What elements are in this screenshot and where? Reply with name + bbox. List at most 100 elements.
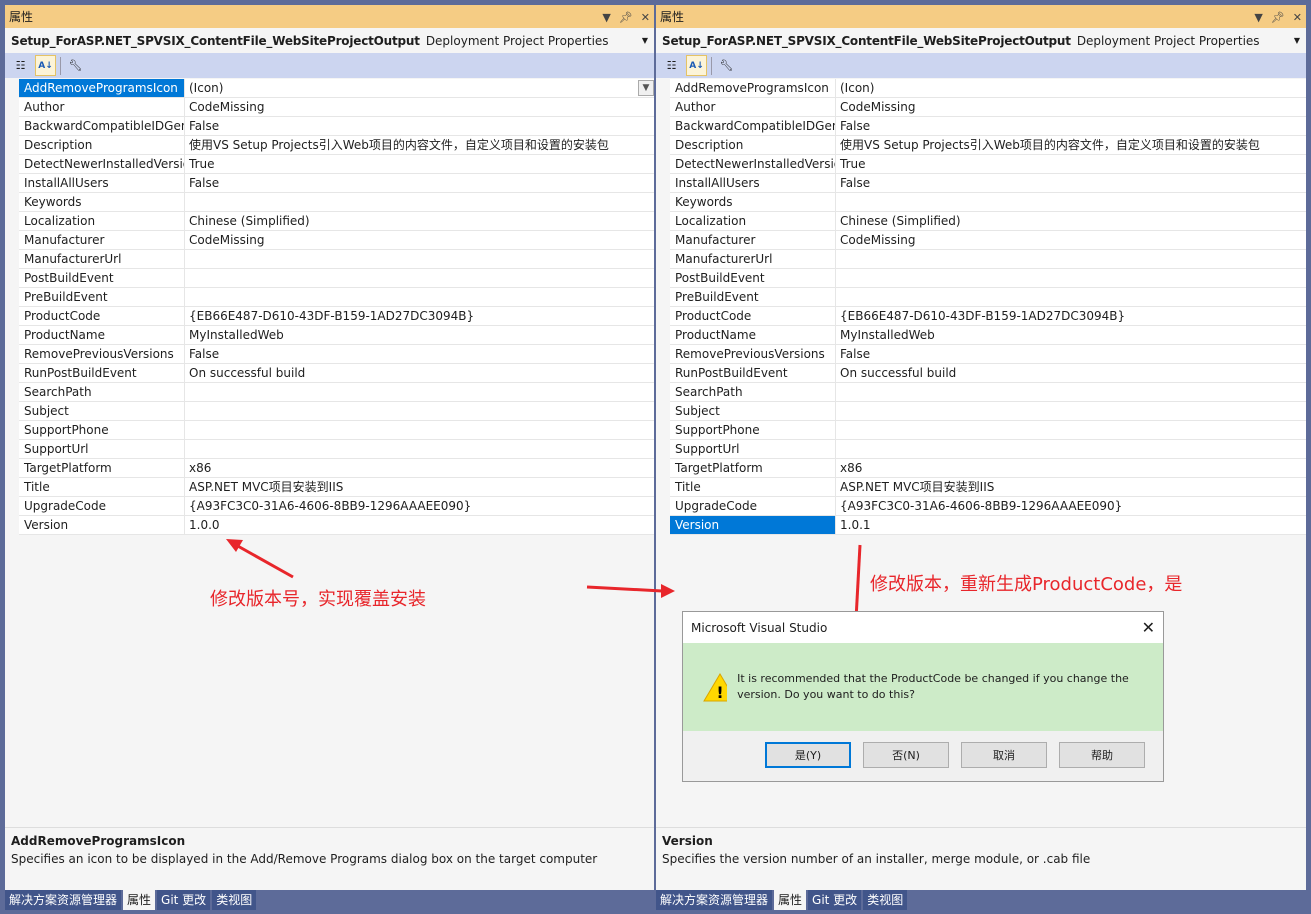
property-name[interactable]: PostBuildEvent (19, 269, 185, 287)
property-value[interactable]: CodeMissing (836, 231, 1306, 249)
property-row[interactable]: SearchPath (670, 383, 1306, 402)
property-value[interactable]: False (836, 345, 1306, 363)
tab-3[interactable]: 类视图 (212, 890, 257, 910)
property-value[interactable]: x86 (836, 459, 1306, 477)
property-value[interactable] (836, 250, 1306, 268)
pin-icon[interactable]: 📌︎ (1271, 11, 1285, 24)
property-name[interactable]: TargetPlatform (19, 459, 185, 477)
window-menu-icon[interactable]: ▼ (1254, 11, 1262, 24)
property-row[interactable]: AddRemoveProgramsIcon (Icon) ▼ (19, 79, 654, 98)
property-value[interactable] (185, 440, 654, 458)
property-name[interactable]: BackwardCompatibleIDGen (670, 117, 836, 135)
property-row[interactable]: BackwardCompatibleIDGen False (670, 117, 1306, 136)
close-icon[interactable]: ✕ (641, 11, 650, 24)
property-value[interactable]: x86 (185, 459, 654, 477)
property-value[interactable] (185, 288, 654, 306)
property-row[interactable]: RemovePreviousVersions False (670, 345, 1306, 364)
property-value[interactable]: False (836, 174, 1306, 192)
property-name[interactable]: DetectNewerInstalledVersio (670, 155, 836, 173)
property-row[interactable]: BackwardCompatibleIDGen False (19, 117, 654, 136)
property-value[interactable] (185, 250, 654, 268)
property-row[interactable]: Description 使用VS Setup Projects引入Web项目的内… (19, 136, 654, 155)
property-name[interactable]: ProductCode (19, 307, 185, 325)
property-name[interactable]: PostBuildEvent (670, 269, 836, 287)
property-row[interactable]: Subject (19, 402, 654, 421)
property-row[interactable]: PreBuildEvent (19, 288, 654, 307)
property-name[interactable]: Keywords (19, 193, 185, 211)
property-value[interactable]: False (185, 345, 654, 363)
window-menu-icon[interactable]: ▼ (602, 11, 610, 24)
property-value[interactable]: Chinese (Simplified) (836, 212, 1306, 230)
help-button[interactable]: 帮助 (1059, 742, 1145, 768)
property-name[interactable]: Description (670, 136, 836, 154)
property-row[interactable]: Title ASP.NET MVC项目安装到IIS (19, 478, 654, 497)
property-name[interactable]: SupportPhone (670, 421, 836, 439)
property-value[interactable]: (Icon) (185, 79, 654, 97)
property-row[interactable]: Author CodeMissing (19, 98, 654, 117)
property-name[interactable]: BackwardCompatibleIDGen (19, 117, 185, 135)
property-row[interactable]: InstallAllUsers False (670, 174, 1306, 193)
property-name[interactable]: Author (19, 98, 185, 116)
property-row[interactable]: InstallAllUsers False (19, 174, 654, 193)
property-value[interactable]: False (185, 174, 654, 192)
property-name[interactable]: SupportUrl (670, 440, 836, 458)
property-name[interactable]: ProductCode (670, 307, 836, 325)
property-value[interactable]: ASP.NET MVC项目安装到IIS (836, 478, 1306, 496)
property-row[interactable]: PostBuildEvent (19, 269, 654, 288)
property-name[interactable]: RunPostBuildEvent (19, 364, 185, 382)
property-row[interactable]: ProductName MyInstalledWeb (670, 326, 1306, 345)
property-row[interactable]: Subject (670, 402, 1306, 421)
property-name[interactable]: PreBuildEvent (670, 288, 836, 306)
property-value[interactable] (836, 288, 1306, 306)
property-row[interactable]: SupportPhone (19, 421, 654, 440)
property-value[interactable]: {EB66E487-D610-43DF-B159-1AD27DC3094B} (185, 307, 654, 325)
property-name[interactable]: PreBuildEvent (19, 288, 185, 306)
property-name[interactable]: Version (19, 516, 185, 534)
property-pages-wrench-icon[interactable]: 🔧︎ (65, 55, 86, 76)
property-value[interactable]: 使用VS Setup Projects引入Web项目的内容文件，自定义项目和设置… (185, 136, 654, 154)
property-row[interactable]: Keywords (19, 193, 654, 212)
property-value[interactable]: On successful build (185, 364, 654, 382)
property-row[interactable]: ManufacturerUrl (670, 250, 1306, 269)
property-value[interactable]: False (836, 117, 1306, 135)
property-value[interactable] (836, 269, 1306, 287)
property-row[interactable]: UpgradeCode {A93FC3C0-31A6-4606-8BB9-129… (670, 497, 1306, 516)
property-value[interactable]: CodeMissing (836, 98, 1306, 116)
property-value[interactable] (185, 421, 654, 439)
property-value[interactable]: {A93FC3C0-31A6-4606-8BB9-1296AAAEE090} (185, 497, 654, 515)
property-name[interactable]: ManufacturerUrl (19, 250, 185, 268)
property-value[interactable]: CodeMissing (185, 231, 654, 249)
property-row[interactable]: Title ASP.NET MVC项目安装到IIS (670, 478, 1306, 497)
property-name[interactable]: Subject (670, 402, 836, 420)
property-value[interactable]: True (185, 155, 654, 173)
property-name[interactable]: SupportUrl (19, 440, 185, 458)
dropdown-arrow-icon[interactable]: ▼ (638, 80, 654, 96)
property-name[interactable]: SearchPath (670, 383, 836, 401)
property-row[interactable]: SearchPath (19, 383, 654, 402)
property-pages-wrench-icon[interactable]: 🔧︎ (716, 55, 737, 76)
chevron-down-icon[interactable]: ▼ (642, 36, 648, 45)
tab-1[interactable]: 属性 (123, 890, 156, 910)
no-button[interactable]: 否(N) (863, 742, 949, 768)
property-value[interactable]: 1.0.1 (836, 516, 1306, 534)
property-row[interactable]: RunPostBuildEvent On successful build (19, 364, 654, 383)
property-value[interactable] (836, 402, 1306, 420)
property-value[interactable]: MyInstalledWeb (185, 326, 654, 344)
close-icon[interactable]: ✕ (1142, 618, 1155, 637)
tab-2[interactable]: Git 更改 (157, 890, 211, 910)
property-name[interactable]: UpgradeCode (670, 497, 836, 515)
property-row[interactable]: PostBuildEvent (670, 269, 1306, 288)
property-row[interactable]: RunPostBuildEvent On successful build (670, 364, 1306, 383)
property-row[interactable]: SupportUrl (19, 440, 654, 459)
property-name[interactable]: Manufacturer (19, 231, 185, 249)
alphabetical-icon[interactable]: A↓ (35, 55, 56, 76)
property-row[interactable]: Keywords (670, 193, 1306, 212)
property-name[interactable]: AddRemoveProgramsIcon (670, 79, 836, 97)
property-value[interactable]: 1.0.0 (185, 516, 654, 534)
property-value[interactable]: False (185, 117, 654, 135)
property-name[interactable]: UpgradeCode (19, 497, 185, 515)
property-name[interactable]: Keywords (670, 193, 836, 211)
property-row[interactable]: ProductName MyInstalledWeb (19, 326, 654, 345)
property-name[interactable]: RemovePreviousVersions (670, 345, 836, 363)
property-value[interactable]: {A93FC3C0-31A6-4606-8BB9-1296AAAEE090} (836, 497, 1306, 515)
